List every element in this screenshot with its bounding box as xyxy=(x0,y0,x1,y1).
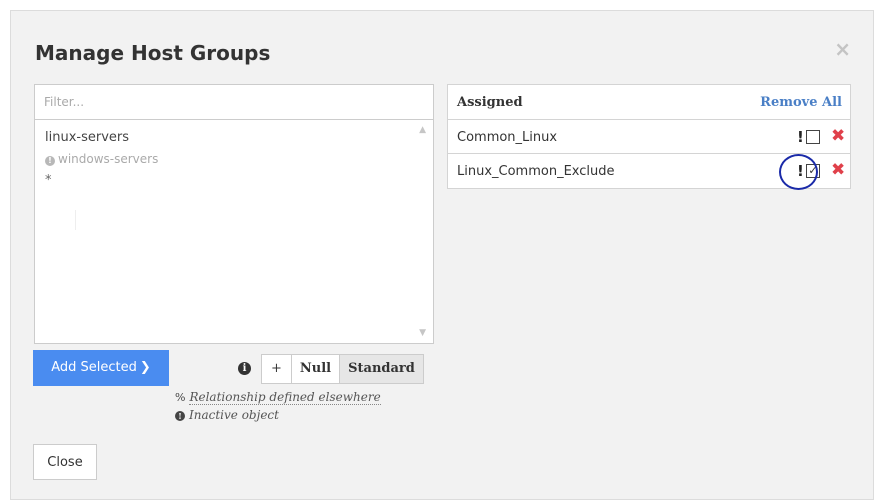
highlight-circle xyxy=(779,154,818,190)
toggle-standard[interactable]: Standard xyxy=(340,355,423,383)
list-item-label: * xyxy=(45,173,52,188)
filter-input[interactable] xyxy=(34,84,434,120)
list-item-label: linux-servers xyxy=(45,130,130,145)
legend-inactive-label: Inactive object xyxy=(189,408,279,422)
list-item-windows-servers[interactable]: ! windows-servers xyxy=(45,151,158,167)
relationship-icon: % xyxy=(175,391,186,404)
inactive-legend-icon: ! xyxy=(175,411,185,421)
relationship-toggle: + Null Standard xyxy=(261,354,424,384)
toggle-plus[interactable]: + xyxy=(262,355,292,383)
legend-inactive: ! Inactive object xyxy=(175,408,279,422)
exclamation-icon: ! xyxy=(797,128,804,146)
dialog-title: Manage Host Groups xyxy=(35,41,271,65)
chevron-right-icon: ❯ xyxy=(139,360,151,375)
list-item-wildcard[interactable]: * xyxy=(45,173,52,189)
delete-icon[interactable]: ✖ xyxy=(831,127,845,145)
remove-all-link[interactable]: Remove All xyxy=(760,95,842,110)
list-item-linux-servers[interactable]: linux-servers xyxy=(45,130,129,146)
assigned-row-name: Linux_Common_Exclude xyxy=(457,164,615,179)
toggle-null[interactable]: Null xyxy=(291,355,341,383)
delete-icon[interactable]: ✖ xyxy=(831,161,845,179)
close-button[interactable]: Close xyxy=(33,444,97,480)
legend-relationship: % Relationship defined elsewhere xyxy=(175,390,381,405)
close-icon[interactable]: × xyxy=(834,37,851,61)
legend-relationship-label: Relationship defined elsewhere xyxy=(189,390,381,405)
exclude-checkbox[interactable] xyxy=(806,130,820,144)
text-cursor-mark xyxy=(75,210,76,230)
assigned-row-name: Common_Linux xyxy=(457,130,558,145)
info-icon[interactable]: i xyxy=(238,362,251,375)
available-groups-list[interactable]: linux-servers ! windows-servers * ▲ ▼ xyxy=(34,120,434,344)
scroll-up-icon[interactable]: ▲ xyxy=(419,125,426,135)
assigned-title: Assigned xyxy=(457,95,523,110)
manage-host-groups-dialog: Manage Host Groups × linux-servers !wind… xyxy=(10,10,874,500)
scroll-down-icon[interactable]: ▼ xyxy=(419,328,426,338)
inactive-icon: ! xyxy=(45,156,55,166)
assigned-header: Assigned Remove All xyxy=(448,85,850,120)
assigned-row: Common_Linux ! ✖ xyxy=(448,120,850,154)
list-item-label: windows-servers xyxy=(58,152,159,166)
add-selected-label: Add Selected xyxy=(51,360,137,375)
add-selected-button[interactable]: Add Selected ❯ xyxy=(33,350,169,386)
